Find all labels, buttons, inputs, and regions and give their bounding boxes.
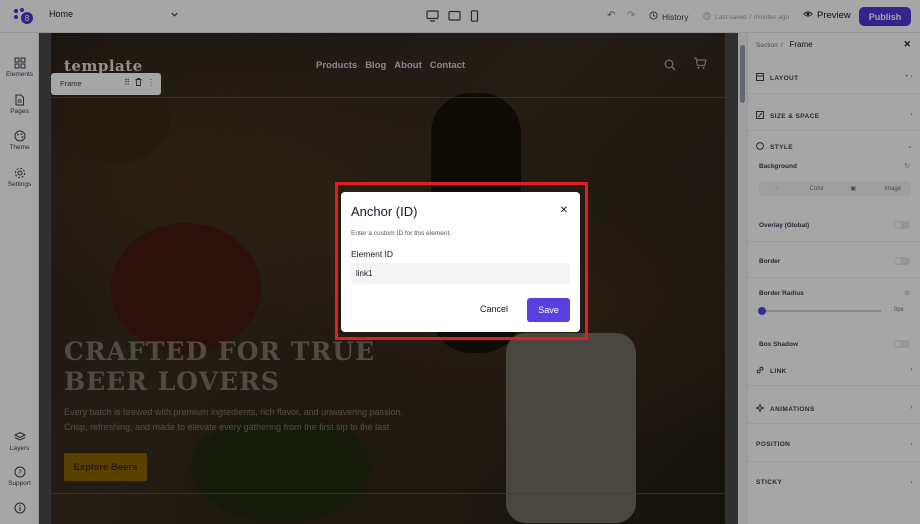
anchor-id-dialog: Anchor (ID) ✕ Enter a custom ID for this…: [341, 192, 580, 332]
element-id-label: Element ID: [351, 249, 394, 259]
dialog-title: Anchor (ID): [351, 204, 418, 219]
cancel-button[interactable]: Cancel: [474, 299, 514, 319]
dialog-description: Enter a custom ID for this element.: [351, 230, 452, 237]
save-button[interactable]: Save: [527, 298, 570, 322]
element-id-input[interactable]: [351, 263, 570, 284]
close-icon[interactable]: ✕: [560, 205, 568, 216]
